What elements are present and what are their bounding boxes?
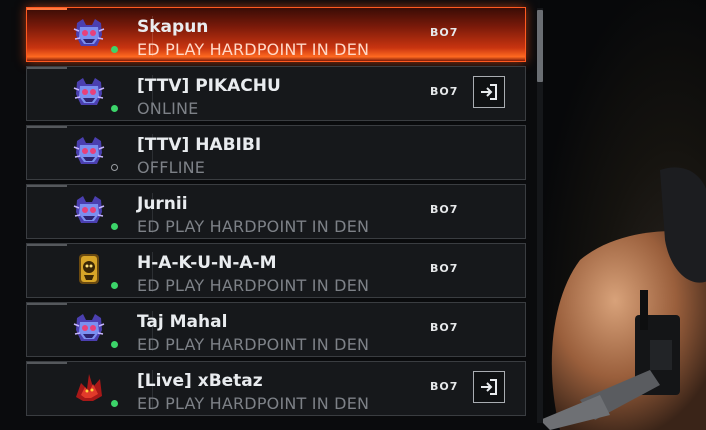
friend-row[interactable]: Jurnii ED PLAY HARDPOINT IN DEN BO7 — [26, 184, 526, 239]
game-tag: BO7 — [430, 26, 459, 39]
friends-list: Skapun ED PLAY HARDPOINT IN DEN BO7 [TTV] P… — [0, 0, 543, 423]
operator-character-image — [540, 167, 706, 430]
scrollbar[interactable] — [537, 8, 543, 423]
friend-row[interactable]: Taj Mahal ED PLAY HARDPOINT IN DEN BO7 — [26, 302, 526, 357]
friend-name: [TTV] HABIBI — [137, 135, 262, 155]
game-tag: BO7 — [430, 380, 459, 393]
scrollbar-thumb[interactable] — [537, 10, 543, 82]
join-party-icon — [479, 82, 499, 102]
friend-activity: OFFLINE — [137, 158, 206, 177]
online-status-icon — [111, 105, 118, 112]
gold-emblem-icon — [71, 251, 107, 287]
friend-row[interactable]: Skapun ED PLAY HARDPOINT IN DEN BO7 — [26, 7, 526, 62]
game-tag: BO7 — [430, 85, 459, 98]
online-status-icon — [111, 341, 118, 348]
friend-name: Skapun — [137, 17, 209, 37]
online-status-icon — [111, 46, 118, 53]
friend-row[interactable]: [Live] xBetaz ED PLAY HARDPOINT IN DEN BO7 — [26, 361, 526, 416]
purple-cat-emblem-icon — [71, 74, 107, 110]
join-party-button[interactable] — [473, 76, 505, 108]
friend-name: Jurnii — [137, 194, 188, 214]
game-tag: BO7 — [430, 321, 459, 334]
purple-cat-emblem-icon — [71, 15, 107, 51]
offline-status-icon — [111, 164, 118, 171]
friend-activity: ED PLAY HARDPOINT IN DEN — [137, 335, 370, 354]
friend-row[interactable]: [TTV] PIKACHU ONLINE BO7 — [26, 66, 526, 121]
friend-row[interactable]: H-A-K-U-N-A-M ED PLAY HARDPOINT IN DEN BO7 — [26, 243, 526, 298]
friend-activity: ONLINE — [137, 99, 199, 118]
game-tag: BO7 — [430, 262, 459, 275]
online-status-icon — [111, 400, 118, 407]
join-party-icon — [479, 377, 499, 397]
red-dragon-emblem-icon — [71, 369, 107, 405]
friend-activity: ED PLAY HARDPOINT IN DEN — [137, 394, 370, 413]
purple-cat-emblem-icon — [71, 133, 107, 169]
friend-name: H-A-K-U-N-A-M — [137, 253, 277, 273]
online-status-icon — [111, 223, 118, 230]
friend-name: [TTV] PIKACHU — [137, 76, 281, 96]
purple-cat-emblem-icon — [71, 310, 107, 346]
game-tag: BO7 — [430, 203, 459, 216]
friend-name: [Live] xBetaz — [137, 371, 263, 391]
friend-row[interactable]: [TTV] HABIBI OFFLINE — [26, 125, 526, 180]
online-status-icon — [111, 282, 118, 289]
friend-activity: ED PLAY HARDPOINT IN DEN — [137, 217, 370, 236]
friend-activity: ED PLAY HARDPOINT IN DEN — [137, 276, 370, 295]
purple-cat-emblem-icon — [71, 192, 107, 228]
friend-name: Taj Mahal — [137, 312, 228, 332]
join-party-button[interactable] — [473, 371, 505, 403]
friend-activity: ED PLAY HARDPOINT IN DEN — [137, 40, 370, 59]
